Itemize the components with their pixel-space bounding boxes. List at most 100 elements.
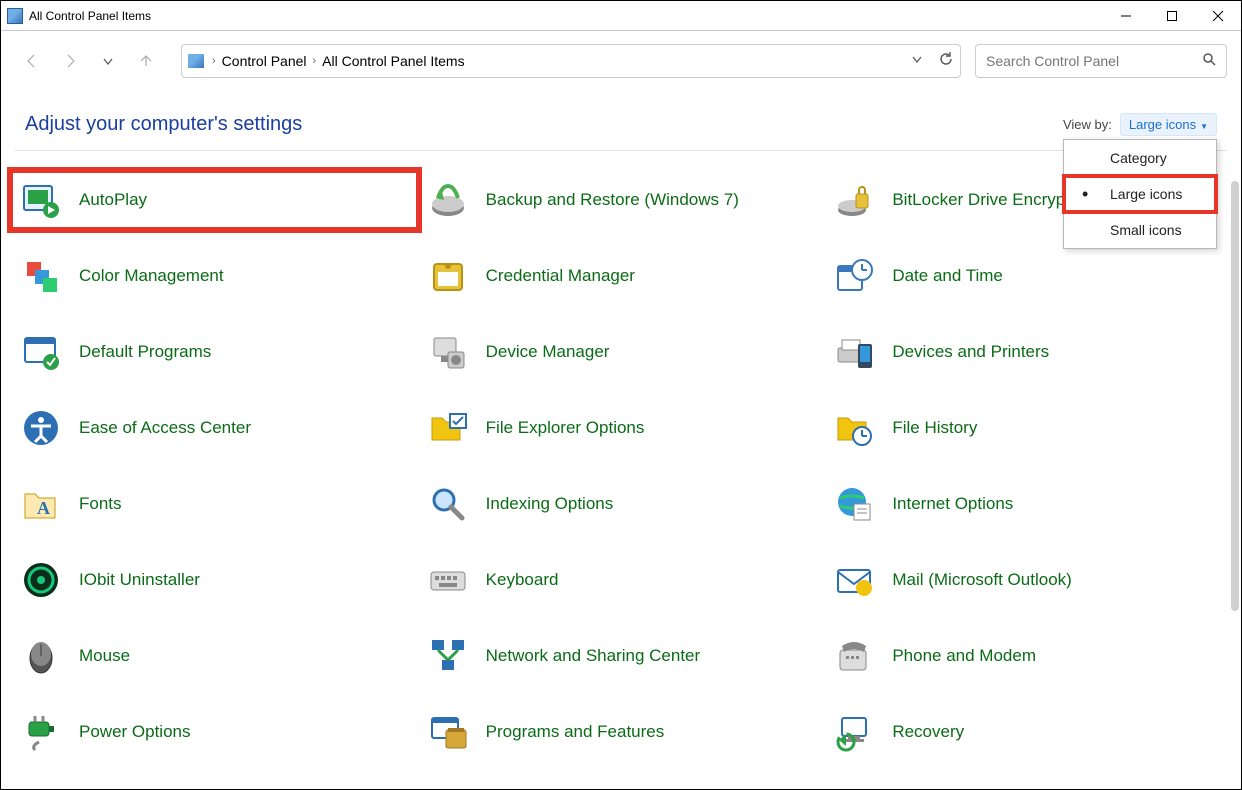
item-label: Indexing Options	[486, 493, 614, 514]
view-option-category[interactable]: Category	[1064, 140, 1216, 176]
item-label: AutoPlay	[79, 189, 147, 210]
svg-text:A: A	[37, 498, 50, 518]
item-label: Phone and Modem	[892, 645, 1036, 666]
items-grid: AutoPlay Backup and Restore (Windows 7) …	[15, 175, 1227, 773]
view-by-menu: Category Large icons Small icons	[1063, 139, 1217, 249]
address-dropdown-button[interactable]	[910, 52, 924, 71]
file-history-icon	[832, 406, 876, 450]
item-ease-of-access[interactable]: Ease of Access Center	[15, 403, 414, 453]
chevron-right-icon: ›	[206, 55, 222, 67]
close-button[interactable]	[1195, 1, 1241, 31]
credential-icon	[426, 254, 470, 298]
refresh-button[interactable]	[938, 51, 954, 72]
minimize-button[interactable]	[1103, 1, 1149, 31]
network-icon	[426, 634, 470, 678]
item-label: File History	[892, 417, 977, 438]
power-icon	[19, 710, 63, 754]
item-autoplay[interactable]: AutoPlay	[15, 175, 414, 225]
bitlocker-icon	[832, 178, 876, 222]
forward-button[interactable]	[53, 44, 87, 78]
devices-printers-icon	[832, 330, 876, 374]
recent-dropdown-button[interactable]	[91, 44, 125, 78]
content-header: Adjust your computer's settings View by:…	[1, 91, 1241, 150]
chevron-down-icon: ▼	[1200, 122, 1208, 131]
view-by-label: View by:	[1063, 117, 1112, 132]
page-title: Adjust your computer's settings	[25, 113, 302, 136]
search-box[interactable]	[975, 44, 1227, 78]
maximize-button[interactable]	[1149, 1, 1195, 31]
item-label: File Explorer Options	[486, 417, 645, 438]
breadcrumb-all-items[interactable]: All Control Panel Items	[322, 53, 464, 69]
item-label: Fonts	[79, 493, 122, 514]
item-mouse[interactable]: Mouse	[15, 631, 414, 681]
up-button[interactable]	[129, 44, 163, 78]
phone-icon	[832, 634, 876, 678]
scrollbar-thumb[interactable]	[1231, 181, 1239, 611]
file-explorer-icon	[426, 406, 470, 450]
window-title: All Control Panel Items	[29, 9, 151, 23]
item-label: Mouse	[79, 645, 130, 666]
item-power-options[interactable]: Power Options	[15, 707, 414, 757]
backup-icon	[426, 178, 470, 222]
item-label: Power Options	[79, 721, 191, 742]
item-mail[interactable]: Mail (Microsoft Outlook)	[828, 555, 1227, 605]
item-label: Backup and Restore (Windows 7)	[486, 189, 739, 210]
mail-icon	[832, 558, 876, 602]
item-default-programs[interactable]: Default Programs	[15, 327, 414, 377]
item-programs-features[interactable]: Programs and Features	[422, 707, 821, 757]
item-recovery[interactable]: Recovery	[828, 707, 1227, 757]
back-button[interactable]	[15, 44, 49, 78]
item-indexing-options[interactable]: Indexing Options	[422, 479, 821, 529]
breadcrumb-control-panel[interactable]: Control Panel	[222, 53, 307, 69]
color-icon	[19, 254, 63, 298]
indexing-icon	[426, 482, 470, 526]
item-internet-options[interactable]: Internet Options	[828, 479, 1227, 529]
item-keyboard[interactable]: Keyboard	[422, 555, 821, 605]
item-backup-restore[interactable]: Backup and Restore (Windows 7)	[422, 175, 821, 225]
item-label: Devices and Printers	[892, 341, 1049, 362]
datetime-icon	[832, 254, 876, 298]
item-label: Credential Manager	[486, 265, 635, 286]
item-color-management[interactable]: Color Management	[15, 251, 414, 301]
item-label: Programs and Features	[486, 721, 665, 742]
content-scroll[interactable]: AutoPlay Backup and Restore (Windows 7) …	[1, 151, 1241, 773]
address-bar[interactable]: › Control Panel › All Control Panel Item…	[181, 44, 961, 78]
item-label: Ease of Access Center	[79, 417, 251, 438]
view-by-current: Large icons	[1129, 117, 1196, 132]
item-fonts[interactable]: A Fonts	[15, 479, 414, 529]
chevron-right-icon: ›	[307, 55, 323, 67]
item-file-explorer-options[interactable]: File Explorer Options	[422, 403, 821, 453]
item-network-sharing[interactable]: Network and Sharing Center	[422, 631, 821, 681]
view-option-small-icons[interactable]: Small icons	[1064, 212, 1216, 248]
item-label: Network and Sharing Center	[486, 645, 701, 666]
default-programs-icon	[19, 330, 63, 374]
item-iobit-uninstaller[interactable]: IObit Uninstaller	[15, 555, 414, 605]
recovery-icon	[832, 710, 876, 754]
item-label: Default Programs	[79, 341, 211, 362]
titlebar: All Control Panel Items	[1, 1, 1241, 31]
search-input[interactable]	[986, 53, 1202, 69]
item-date-time[interactable]: Date and Time	[828, 251, 1227, 301]
view-by-dropdown[interactable]: Large icons ▼	[1120, 113, 1217, 136]
item-label: Date and Time	[892, 265, 1003, 286]
item-label: Recovery	[892, 721, 964, 742]
keyboard-icon	[426, 558, 470, 602]
internet-icon	[832, 482, 876, 526]
search-icon[interactable]	[1202, 52, 1216, 71]
fonts-icon: A	[19, 482, 63, 526]
mouse-icon	[19, 634, 63, 678]
item-phone-modem[interactable]: Phone and Modem	[828, 631, 1227, 681]
item-label: Color Management	[79, 265, 224, 286]
item-credential-manager[interactable]: Credential Manager	[422, 251, 821, 301]
item-devices-printers[interactable]: Devices and Printers	[828, 327, 1227, 377]
item-file-history[interactable]: File History	[828, 403, 1227, 453]
app-icon	[7, 8, 23, 24]
control-panel-icon	[188, 54, 204, 68]
toolbar: › Control Panel › All Control Panel Item…	[1, 31, 1241, 91]
item-label: Device Manager	[486, 341, 610, 362]
iobit-icon	[19, 558, 63, 602]
programs-icon	[426, 710, 470, 754]
view-option-large-icons[interactable]: Large icons	[1064, 176, 1216, 212]
item-device-manager[interactable]: Device Manager	[422, 327, 821, 377]
autoplay-icon	[19, 178, 63, 222]
